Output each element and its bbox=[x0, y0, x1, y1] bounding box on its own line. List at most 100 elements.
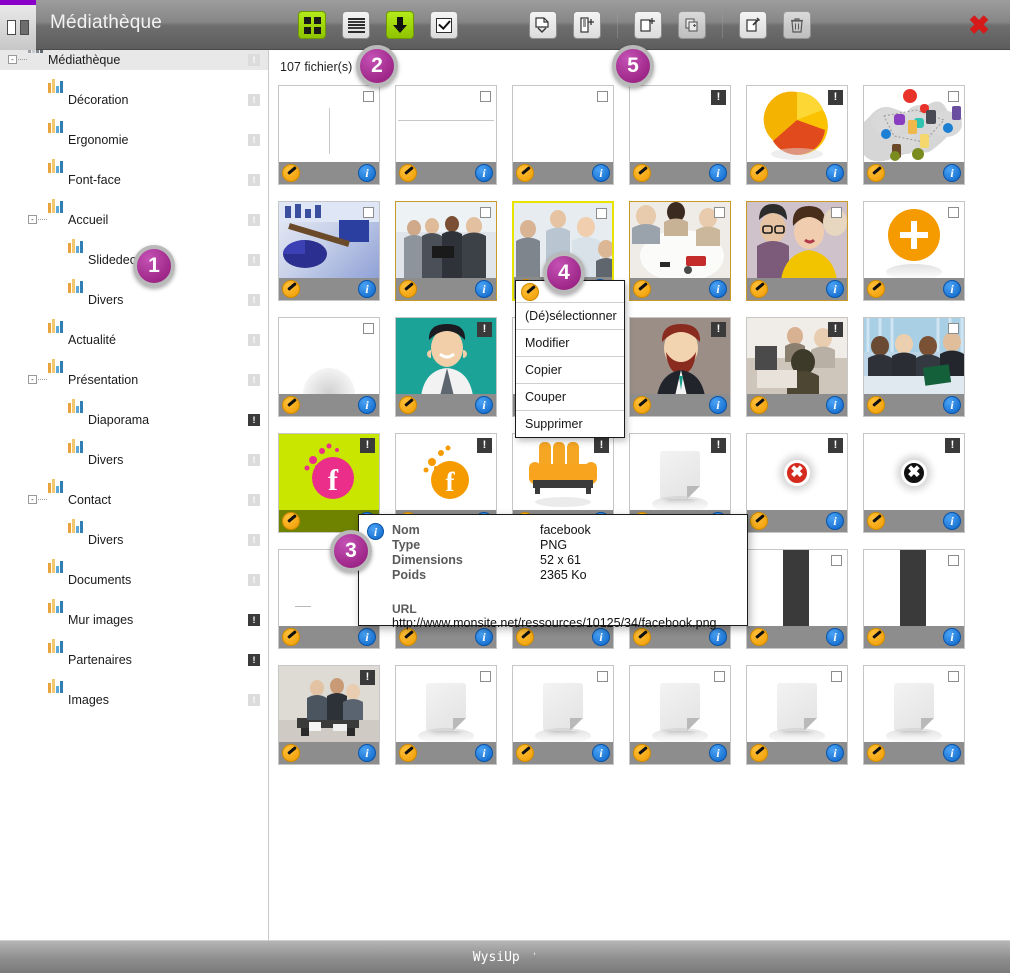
tree-twisty-toggle[interactable]: - bbox=[8, 55, 17, 64]
tree-item-documents[interactable]: Documents! bbox=[0, 559, 268, 590]
tree-item-status-badge[interactable]: ! bbox=[248, 414, 260, 426]
pencil-icon[interactable] bbox=[633, 744, 651, 762]
thumbnail-cell[interactable]: !i bbox=[629, 317, 731, 417]
thumbnail-select-checkbox[interactable] bbox=[831, 555, 842, 566]
thumbnail-cell[interactable]: i bbox=[746, 665, 848, 765]
thumbnail-warning-badge[interactable]: ! bbox=[594, 438, 609, 453]
tree-item-images[interactable]: Images! bbox=[0, 679, 268, 710]
tree-item-contact[interactable]: - Contact! bbox=[0, 479, 268, 510]
thumbnail-select-checkbox[interactable] bbox=[831, 207, 842, 218]
info-icon[interactable]: i bbox=[475, 628, 493, 646]
context-menu-item-d-s-lectionner[interactable]: (Dé)sélectionner bbox=[516, 303, 624, 330]
context-menu-item-couper[interactable]: Couper bbox=[516, 384, 624, 411]
thumbnail-cell[interactable]: i bbox=[278, 201, 380, 301]
info-icon[interactable]: i bbox=[592, 628, 610, 646]
thumbnail-cell[interactable]: i bbox=[863, 201, 965, 301]
thumbnail-warning-badge[interactable]: ! bbox=[360, 438, 375, 453]
pencil-icon[interactable] bbox=[399, 744, 417, 762]
thumbnail-cell[interactable]: i bbox=[629, 201, 731, 301]
tree-item-status-badge[interactable]: ! bbox=[248, 174, 260, 186]
thumbnail-cell[interactable]: i bbox=[512, 665, 614, 765]
thumbnail-warning-badge[interactable]: ! bbox=[711, 438, 726, 453]
pencil-icon[interactable] bbox=[867, 280, 885, 298]
tree-item-status-badge[interactable]: ! bbox=[248, 534, 260, 546]
info-icon[interactable]: i bbox=[709, 396, 727, 414]
context-menu-item-supprimer[interactable]: Supprimer bbox=[516, 411, 624, 437]
pencil-icon[interactable] bbox=[399, 628, 417, 646]
tree-item-status-badge[interactable]: ! bbox=[248, 94, 260, 106]
info-icon[interactable]: i bbox=[826, 744, 844, 762]
tree-item-ergonomie[interactable]: Ergonomie! bbox=[0, 119, 268, 150]
tree-item-status-badge[interactable]: ! bbox=[248, 574, 260, 586]
tree-twisty-toggle[interactable]: - bbox=[28, 215, 37, 224]
thumbnail-select-checkbox[interactable] bbox=[597, 91, 608, 102]
info-icon[interactable]: i bbox=[592, 164, 610, 182]
tree-item-font-face[interactable]: Font-face! bbox=[0, 159, 268, 190]
pencil-icon[interactable] bbox=[516, 628, 534, 646]
thumbnail-select-checkbox[interactable] bbox=[948, 91, 959, 102]
pencil-icon[interactable] bbox=[633, 628, 651, 646]
pencil-icon[interactable] bbox=[633, 164, 651, 182]
info-icon[interactable]: i bbox=[592, 744, 610, 762]
pencil-icon[interactable] bbox=[282, 396, 300, 414]
tree-item-status-badge[interactable]: ! bbox=[248, 694, 260, 706]
tree-item-diaporama[interactable]: Diaporama! bbox=[0, 399, 268, 430]
thumbnail-select-checkbox[interactable] bbox=[480, 91, 491, 102]
pencil-icon[interactable] bbox=[282, 628, 300, 646]
tree-item-pr-sentation[interactable]: - Présentation! bbox=[0, 359, 268, 390]
info-icon[interactable]: i bbox=[943, 396, 961, 414]
upload-file-button[interactable] bbox=[529, 11, 557, 39]
info-icon[interactable]: i bbox=[826, 280, 844, 298]
info-icon[interactable]: i bbox=[358, 628, 376, 646]
pencil-icon[interactable] bbox=[867, 628, 885, 646]
pencil-icon[interactable] bbox=[867, 744, 885, 762]
pencil-icon[interactable] bbox=[750, 396, 768, 414]
tree-item-status-badge[interactable]: ! bbox=[248, 334, 260, 346]
thumbnail-cell[interactable]: ✖! i bbox=[863, 433, 965, 533]
pencil-icon[interactable] bbox=[521, 283, 539, 301]
upload-archive-button[interactable] bbox=[573, 11, 601, 39]
thumbnail-cell[interactable]: i bbox=[395, 85, 497, 185]
tree-item-status-badge[interactable]: ! bbox=[248, 294, 260, 306]
thumbnail-cell[interactable]: ✖! i bbox=[746, 433, 848, 533]
thumbnail-cell[interactable]: !i bbox=[629, 85, 731, 185]
pencil-icon[interactable] bbox=[399, 280, 417, 298]
info-icon[interactable]: i bbox=[475, 164, 493, 182]
thumbnail-cell[interactable]: !i bbox=[746, 85, 848, 185]
close-button[interactable]: ✖ bbox=[966, 12, 992, 39]
thumbnail-select-checkbox[interactable] bbox=[597, 671, 608, 682]
tree-item-status-badge[interactable]: ! bbox=[248, 214, 260, 226]
pencil-icon[interactable] bbox=[282, 164, 300, 182]
thumbnail-select-checkbox[interactable] bbox=[363, 323, 374, 334]
tree-item-partenaires[interactable]: Partenaires! bbox=[0, 639, 268, 670]
duplicate-button[interactable] bbox=[678, 11, 706, 39]
pencil-icon[interactable] bbox=[750, 512, 768, 530]
thumbnail-cell[interactable]: i bbox=[863, 317, 965, 417]
info-icon[interactable]: i bbox=[709, 280, 727, 298]
tree-item-status-badge[interactable]: ! bbox=[248, 654, 260, 666]
pencil-icon[interactable] bbox=[282, 512, 300, 530]
thumbnail-warning-badge[interactable]: ! bbox=[477, 322, 492, 337]
thumbnail-warning-badge[interactable]: ! bbox=[711, 90, 726, 105]
thumbnail-cell[interactable]: i bbox=[395, 201, 497, 301]
tree-twisty-toggle[interactable]: - bbox=[28, 375, 37, 384]
tree-item-status-badge[interactable]: ! bbox=[248, 254, 260, 266]
tree-item-status-badge[interactable]: ! bbox=[248, 54, 260, 66]
info-icon[interactable]: i bbox=[475, 280, 493, 298]
download-button[interactable] bbox=[386, 11, 414, 39]
thumbnail-cell[interactable]: i bbox=[395, 665, 497, 765]
context-menu-item-modifier[interactable]: Modifier bbox=[516, 330, 624, 357]
info-icon[interactable]: i bbox=[943, 512, 961, 530]
info-icon[interactable]: i bbox=[709, 164, 727, 182]
tree-item-status-badge[interactable]: ! bbox=[248, 374, 260, 386]
pencil-icon[interactable] bbox=[399, 164, 417, 182]
tree-item-divers[interactable]: Divers! bbox=[0, 439, 268, 470]
thumbnail-warning-badge[interactable]: ! bbox=[828, 438, 843, 453]
context-menu-item-copier[interactable]: Copier bbox=[516, 357, 624, 384]
info-icon[interactable]: i bbox=[475, 396, 493, 414]
thumbnail-cell[interactable]: i bbox=[746, 201, 848, 301]
tree-item-status-badge[interactable]: ! bbox=[248, 454, 260, 466]
pencil-icon[interactable] bbox=[516, 744, 534, 762]
pencil-icon[interactable] bbox=[867, 396, 885, 414]
info-icon[interactable]: i bbox=[943, 628, 961, 646]
